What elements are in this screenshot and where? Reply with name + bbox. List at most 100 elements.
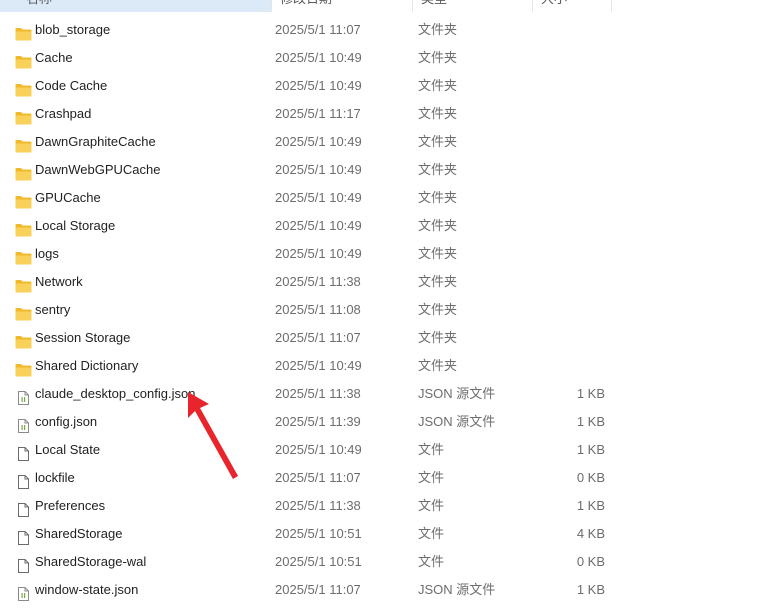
file-date: 2025/5/1 11:07 [275,582,361,597]
file-name: Preferences [35,498,106,513]
file-row[interactable]: GPUCache 2025/5/1 10:49 文件夹 [0,184,761,212]
folder-icon [15,51,32,69]
column-header-name[interactable]: 名称 [0,0,271,12]
file-row[interactable]: claude_desktop_config.json 2025/5/1 11:38… [0,380,761,408]
file-row[interactable]: window-state.json 2025/5/1 11:07 JSON 源文件 1… [0,576,761,604]
file-date: 2025/5/1 10:49 [275,218,362,233]
column-header-date[interactable]: 修改日期 [271,0,412,12]
file-name: Code Cache [35,78,108,93]
file-row[interactable]: blob_storage 2025/5/1 11:07 文件夹 [0,16,761,44]
file-row[interactable]: logs 2025/5/1 10:49 文件夹 [0,240,761,268]
file-icon [15,443,32,461]
file-type: 文件夹 [418,106,458,121]
file-type: 文件 [418,498,445,513]
file-size: 1 KB [576,498,605,513]
file-name: sentry [35,302,71,317]
file-row[interactable]: Code Cache 2025/5/1 10:49 文件夹 [0,72,761,100]
file-date: 2025/5/1 11:08 [275,302,361,317]
file-date: 2025/5/1 10:49 [275,358,362,373]
file-size [532,240,605,268]
file-size [532,100,605,128]
file-date: 2025/5/1 10:51 [275,526,362,541]
file-list: blob_storage 2025/5/1 11:07 文件夹 Cache 2025/5… [0,16,761,604]
file-row[interactable]: Shared Dictionary 2025/5/1 10:49 文件夹 [0,352,761,380]
file-name: lockfile [35,470,75,485]
file-size: 1 KB [576,386,605,401]
file-type: JSON 源文件 [418,582,496,597]
file-date: 2025/5/1 10:49 [275,442,362,457]
file-size [532,352,605,380]
file-name: blob_storage [35,22,111,37]
file-date: 2025/5/1 11:38 [275,386,361,401]
file-size [532,212,605,240]
file-name: Local State [35,442,101,457]
file-size: 1 KB [576,442,605,457]
file-row[interactable]: sentry 2025/5/1 11:08 文件夹 [0,296,761,324]
file-row[interactable]: Network 2025/5/1 11:38 文件夹 [0,268,761,296]
file-size [532,44,605,72]
json-file-icon [15,387,32,405]
file-type: 文件夹 [418,330,458,345]
file-row[interactable]: Local State 2025/5/1 10:49 文件 1 KB [0,436,761,464]
file-size [532,72,605,100]
file-row[interactable]: Cache 2025/5/1 10:49 文件夹 [0,44,761,72]
file-icon [15,527,32,545]
file-name: logs [35,246,59,261]
file-date: 2025/5/1 10:49 [275,50,362,65]
column-header: 名称 修改日期 类型 大小 [0,0,761,12]
file-row[interactable]: config.json 2025/5/1 11:39 JSON 源文件 1 KB [0,408,761,436]
file-date: 2025/5/1 11:07 [275,22,361,37]
file-date: 2025/5/1 11:38 [275,274,361,289]
file-type: 文件夹 [418,274,458,289]
folder-icon [15,247,32,265]
file-type: 文件夹 [418,190,458,205]
file-name: window-state.json [35,582,139,597]
file-size: 0 KB [576,554,605,569]
file-type: 文件夹 [418,134,458,149]
file-date: 2025/5/1 11:07 [275,330,361,345]
file-size: 4 KB [576,526,605,541]
file-row[interactable]: Local Storage 2025/5/1 10:49 文件夹 [0,212,761,240]
file-row[interactable]: DawnWebGPUCache 2025/5/1 10:49 文件夹 [0,156,761,184]
file-date: 2025/5/1 10:49 [275,162,362,177]
file-size [532,324,605,352]
file-name: SharedStorage [35,526,123,541]
file-row[interactable]: Crashpad 2025/5/1 11:17 文件夹 [0,100,761,128]
file-type: 文件夹 [418,162,458,177]
folder-icon [15,191,32,209]
file-icon [15,555,32,573]
file-name: Shared Dictionary [35,358,139,373]
file-date: 2025/5/1 10:49 [275,78,362,93]
file-name: DawnWebGPUCache [35,162,161,177]
file-name: GPUCache [35,190,101,205]
file-size [532,128,605,156]
file-row[interactable]: DawnGraphiteCache 2025/5/1 10:49 文件夹 [0,128,761,156]
file-name: config.json [35,414,98,429]
file-row[interactable]: lockfile 2025/5/1 11:07 文件 0 KB [0,464,761,492]
folder-icon [15,79,32,97]
file-row[interactable]: Preferences 2025/5/1 11:38 文件 1 KB [0,492,761,520]
file-type: 文件夹 [418,22,458,37]
file-name: SharedStorage-wal [35,554,147,569]
file-size: 0 KB [576,470,605,485]
file-name: Session Storage [35,330,131,345]
file-size: 1 KB [576,414,605,429]
file-row[interactable]: SharedStorage-wal 2025/5/1 10:51 文件 0 KB [0,548,761,576]
column-header-size[interactable]: 大小 [532,0,612,12]
file-type: 文件 [418,554,445,569]
file-date: 2025/5/1 11:17 [275,106,361,121]
file-size [532,184,605,212]
file-date: 2025/5/1 10:49 [275,246,362,261]
file-icon [15,499,32,517]
file-icon [15,471,32,489]
folder-icon [15,331,32,349]
column-header-type[interactable]: 类型 [412,0,532,12]
folder-icon [15,163,32,181]
file-name: Cache [35,50,73,65]
file-row[interactable]: Session Storage 2025/5/1 11:07 文件夹 [0,324,761,352]
file-type: 文件夹 [418,50,458,65]
file-type: 文件夹 [418,218,458,233]
json-file-icon [15,583,32,601]
file-row[interactable]: SharedStorage 2025/5/1 10:51 文件 4 KB [0,520,761,548]
file-name: claude_desktop_config.json [35,386,196,401]
